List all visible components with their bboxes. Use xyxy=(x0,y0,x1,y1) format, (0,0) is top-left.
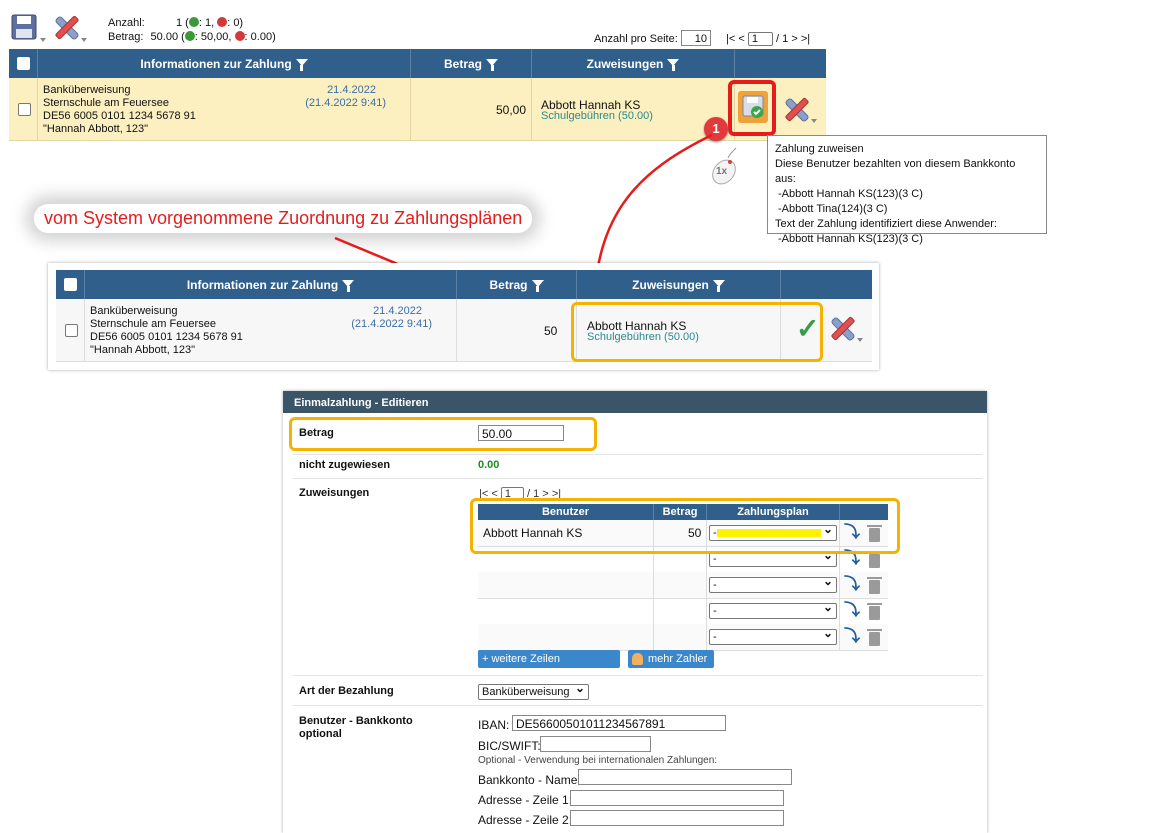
bankkonto-name-input[interactable] xyxy=(578,769,792,785)
plus-icon xyxy=(188,17,199,27)
filter-icon[interactable] xyxy=(531,280,544,292)
address-line1-input[interactable] xyxy=(570,790,784,806)
table-row: - ⤵ xyxy=(478,572,888,599)
apply-arrow-icon[interactable]: ⤵ xyxy=(844,629,860,645)
row-checkbox[interactable] xyxy=(65,324,78,337)
pager-prev[interactable]: < xyxy=(738,33,744,45)
filter-icon[interactable] xyxy=(712,280,725,292)
plus-icon xyxy=(184,31,195,41)
table-row: - ⤵ xyxy=(478,598,888,625)
col-zuweisungen[interactable]: Zuweisungen xyxy=(587,57,664,71)
tools-dropdown-icon[interactable] xyxy=(811,119,817,123)
bic-input[interactable] xyxy=(540,736,651,752)
user-icon xyxy=(632,653,643,665)
nicht-zugewiesen-label: nicht zugewiesen xyxy=(299,459,391,471)
pager-select[interactable]: 1 xyxy=(747,32,773,46)
filter-icon[interactable] xyxy=(342,280,355,292)
pager-of: / 1 xyxy=(776,33,789,45)
zuweisung-plan: Schulgebühren (50.00) xyxy=(541,110,653,122)
per-page-label: Anzahl pro Seite: xyxy=(594,33,678,45)
tools-icon[interactable] xyxy=(828,313,858,343)
pager-last[interactable]: >| xyxy=(801,33,810,45)
trash-icon[interactable] xyxy=(867,603,882,620)
mouse-click-icon: 1x xyxy=(706,146,742,185)
save-icon[interactable] xyxy=(11,14,37,40)
tools-dropdown-icon[interactable] xyxy=(81,38,87,42)
anzahl-summary: Anzahl: 1 (: 1, : 0) xyxy=(108,17,244,29)
tools-icon[interactable] xyxy=(782,94,812,124)
row-checkbox[interactable] xyxy=(18,103,31,116)
betrag-summary: Betrag: 50.00 (: 50,00, : 0.00) xyxy=(108,31,276,43)
art-select[interactable]: Banküberweisung xyxy=(478,681,589,700)
trash-icon[interactable] xyxy=(867,577,882,594)
apply-arrow-icon[interactable]: ⤵ xyxy=(844,603,860,619)
table2-header: Informationen zur Zahlung Betrag Zuweisu… xyxy=(56,270,872,299)
save-dropdown-icon[interactable] xyxy=(40,38,46,42)
filter-icon[interactable] xyxy=(486,59,498,71)
annotation-text: vom System vorgenommene Zuordnung zu Zah… xyxy=(34,204,533,233)
highlight-zuweisung-row xyxy=(470,498,900,554)
tools-dropdown-icon[interactable] xyxy=(857,338,863,342)
tools-icon[interactable] xyxy=(52,12,82,42)
add-rows-button[interactable]: + weitere Zeilen hinzufügen xyxy=(478,650,620,683)
iban-input[interactable]: DE56600501011234567891 xyxy=(512,715,726,731)
filter-icon[interactable] xyxy=(295,59,308,71)
apply-arrow-icon[interactable]: ⤵ xyxy=(844,577,860,593)
select-all-checkbox[interactable] xyxy=(64,278,77,291)
minus-icon xyxy=(217,17,228,27)
zahlungsplan-select[interactable]: - xyxy=(709,626,837,645)
address-line2-input[interactable] xyxy=(570,810,784,826)
assign-payment-icon[interactable] xyxy=(738,91,768,123)
highlight-zuweisung xyxy=(571,302,823,362)
pager-next[interactable]: > xyxy=(791,33,797,45)
art-label: Art der Bezahlung xyxy=(299,685,394,697)
trash-icon[interactable] xyxy=(867,551,882,568)
per-page-input[interactable]: 10 xyxy=(681,30,711,46)
table-row: - ⤵ xyxy=(478,624,888,651)
tooltip: Zahlung zuweisen Diese Benutzer bezahlte… xyxy=(767,135,1047,245)
zuweisungen-label: Zuweisungen xyxy=(299,487,370,499)
step-badge: 1 xyxy=(704,117,728,141)
minus-icon xyxy=(234,31,245,41)
pager-first[interactable]: |< xyxy=(726,33,735,45)
highlight-betrag xyxy=(289,417,597,451)
col-betrag[interactable]: Betrag xyxy=(444,57,482,71)
form-title: Einmalzahlung - Editieren xyxy=(283,391,987,413)
bankkonto-label: Benutzer - Bankkonto optional xyxy=(299,715,413,740)
col-info[interactable]: Informationen zur Zahlung xyxy=(140,57,291,71)
more-payers-button[interactable]: mehr Zahler xyxy=(628,650,714,668)
trash-icon[interactable] xyxy=(867,629,882,646)
table1-header: Informationen zur Zahlung Betrag Zuweisu… xyxy=(9,49,826,78)
zahlungsplan-select[interactable]: - xyxy=(709,574,837,593)
filter-icon[interactable] xyxy=(667,59,680,71)
nicht-zugewiesen-value: 0.00 xyxy=(478,459,500,471)
edit-form: Einmalzahlung - Editieren Betrag 50.00 n… xyxy=(283,391,987,833)
zahlungsplan-select[interactable]: - xyxy=(709,600,837,619)
select-all-checkbox[interactable] xyxy=(17,57,30,70)
pager: |< < 1 / 1 > >| xyxy=(726,32,810,46)
